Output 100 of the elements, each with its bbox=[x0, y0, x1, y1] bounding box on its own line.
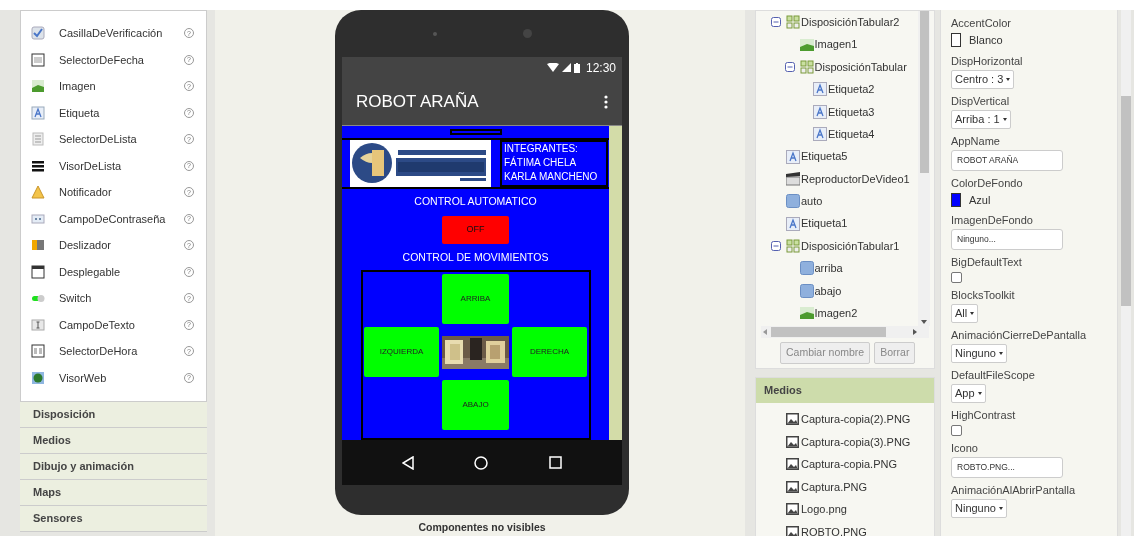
wifi-icon bbox=[546, 63, 559, 72]
media-file[interactable]: Captura-copia(2).PNG bbox=[801, 411, 911, 428]
right-button[interactable]: DERECHA bbox=[512, 327, 587, 377]
member-label: INTEGRANTES: bbox=[504, 142, 579, 156]
color-value: Blanco bbox=[969, 33, 1003, 48]
label-icon bbox=[813, 82, 827, 97]
component-name[interactable]: Imagen1 bbox=[814, 36, 858, 53]
dropdown[interactable]: App bbox=[951, 384, 986, 403]
palette-item[interactable]: VisorWeb bbox=[59, 369, 184, 386]
palette-item[interactable]: Notificador bbox=[59, 184, 184, 201]
color-swatch[interactable] bbox=[951, 192, 961, 207]
component-name[interactable]: DisposiciónTabular bbox=[814, 58, 907, 76]
tree-scrollbar[interactable] bbox=[918, 11, 930, 326]
property-label: Icono bbox=[951, 441, 979, 455]
palette-section[interactable]: Dibujo y animación bbox=[20, 454, 207, 480]
tree-horizontal-scrollbar[interactable] bbox=[761, 326, 929, 338]
palette-item[interactable]: CasillaDeVerificación bbox=[59, 25, 184, 42]
component-name[interactable]: DisposiciónTabular1 bbox=[801, 237, 900, 255]
component-name[interactable]: ReproductorDeVideo1 bbox=[801, 170, 910, 188]
text-field[interactable]: Ninguno... bbox=[951, 229, 1063, 250]
component-icon bbox=[31, 79, 45, 94]
home-icon[interactable] bbox=[474, 455, 489, 470]
palette-item[interactable]: SelectorDeHora bbox=[59, 343, 184, 360]
component-icon bbox=[31, 132, 45, 147]
button-icon bbox=[799, 283, 814, 298]
palette-section[interactable]: Maps bbox=[20, 480, 207, 506]
component-name[interactable]: Etiqueta3 bbox=[828, 103, 875, 120]
dropdown[interactable]: Arriba : 1 bbox=[951, 109, 1011, 129]
back-icon[interactable] bbox=[402, 455, 415, 470]
collapse-icon[interactable] bbox=[784, 61, 795, 72]
palette-item[interactable]: CampoDeTexto bbox=[59, 316, 184, 333]
component-icon bbox=[31, 52, 45, 67]
phone-speaker-icon bbox=[432, 31, 437, 36]
palette-item[interactable]: SelectorDeFecha bbox=[59, 51, 184, 68]
media-file[interactable]: ROBTO.PNG bbox=[801, 523, 867, 536]
component-icon bbox=[31, 344, 45, 359]
dropdown[interactable]: All bbox=[951, 304, 979, 323]
component-icon bbox=[31, 370, 45, 385]
property-label: ImagenDeFondo bbox=[951, 213, 1034, 227]
checkbox[interactable] bbox=[951, 425, 962, 436]
palette-section[interactable]: Medios bbox=[20, 428, 207, 454]
component-name[interactable]: Etiqueta2 bbox=[828, 81, 875, 98]
recents-icon[interactable] bbox=[548, 456, 562, 469]
media-header: Medios bbox=[756, 378, 934, 403]
component-name[interactable]: abajo bbox=[814, 282, 842, 300]
media-file[interactable]: Logo.png bbox=[801, 501, 847, 518]
dropdown[interactable]: Centro : 3 bbox=[951, 69, 1015, 89]
color-value: Azul bbox=[969, 192, 991, 208]
image-icon bbox=[799, 37, 814, 52]
dropdown[interactable]: Ninguno bbox=[951, 344, 1007, 363]
text-field[interactable]: ROBOT ARAÑA bbox=[951, 149, 1063, 171]
property-label: HighContrast bbox=[951, 408, 1017, 422]
label-icon bbox=[813, 127, 827, 142]
off-button[interactable]: OFF bbox=[442, 215, 509, 244]
palette-item[interactable]: Desplegable bbox=[59, 263, 184, 280]
media-file[interactable]: Captura.PNG bbox=[801, 478, 868, 495]
component-icon bbox=[31, 317, 45, 332]
component-icon bbox=[31, 264, 45, 279]
property-label: DispVertical bbox=[951, 93, 1011, 108]
collapse-icon[interactable] bbox=[771, 241, 781, 252]
component-name[interactable]: Imagen2 bbox=[814, 305, 858, 322]
property-label: AnimaciónAlAbrirPantalla bbox=[951, 483, 1077, 497]
checkbox[interactable] bbox=[951, 272, 962, 283]
property-label: AppName bbox=[951, 133, 1001, 148]
component-name[interactable]: arriba bbox=[814, 260, 843, 277]
clock: 12:30 bbox=[585, 59, 616, 77]
down-button[interactable]: ABAJO bbox=[442, 380, 509, 430]
properties-scrollbar[interactable] bbox=[1121, 10, 1131, 536]
palette-item[interactable]: CampoDeContraseña bbox=[59, 210, 184, 227]
palette-item[interactable]: Imagen bbox=[59, 78, 184, 95]
component-name[interactable]: DisposiciónTabular2 bbox=[801, 13, 900, 31]
more-menu-icon[interactable] bbox=[604, 94, 608, 109]
text-field[interactable]: ROBTO.PNG... bbox=[951, 457, 1063, 478]
table-layout-icon bbox=[786, 15, 800, 30]
media-file[interactable]: Captura-copia(3).PNG bbox=[801, 433, 911, 450]
left-button[interactable]: IZQUIERDA bbox=[364, 327, 439, 377]
palette-section[interactable]: Disposición bbox=[20, 402, 207, 428]
component-name[interactable]: auto bbox=[801, 193, 823, 210]
palette-item[interactable]: SelectorDeLista bbox=[59, 131, 184, 148]
media-file[interactable]: Captura-copia.PNG bbox=[801, 456, 897, 473]
property-label: BlocksToolkit bbox=[951, 288, 1016, 302]
component-name[interactable]: Etiqueta5 bbox=[801, 148, 848, 165]
color-swatch[interactable] bbox=[951, 33, 961, 48]
button-icon bbox=[799, 261, 814, 276]
dropdown[interactable]: Ninguno bbox=[951, 499, 1007, 518]
component-name[interactable]: Etiqueta4 bbox=[828, 125, 875, 143]
member-label: FÁTIMA CHELA bbox=[504, 156, 578, 171]
palette-item[interactable]: Deslizador bbox=[59, 237, 184, 254]
component-name[interactable]: Etiqueta1 bbox=[801, 215, 848, 232]
property-label: DispHorizontal bbox=[951, 53, 1024, 68]
collapse-icon[interactable] bbox=[771, 17, 781, 28]
component-icon bbox=[31, 185, 45, 200]
component-icon bbox=[31, 26, 45, 41]
up-button[interactable]: ARRIBA bbox=[442, 273, 509, 324]
palette-item[interactable]: Etiqueta bbox=[59, 104, 184, 121]
palette-section[interactable]: Sensores bbox=[20, 506, 207, 532]
property-label: BigDefaultText bbox=[951, 255, 1023, 269]
nonvisible-components-label: Componentes no visibles bbox=[418, 520, 546, 535]
palette-item[interactable]: VisorDeLista bbox=[59, 157, 184, 174]
palette-item[interactable]: Switch bbox=[59, 290, 184, 307]
